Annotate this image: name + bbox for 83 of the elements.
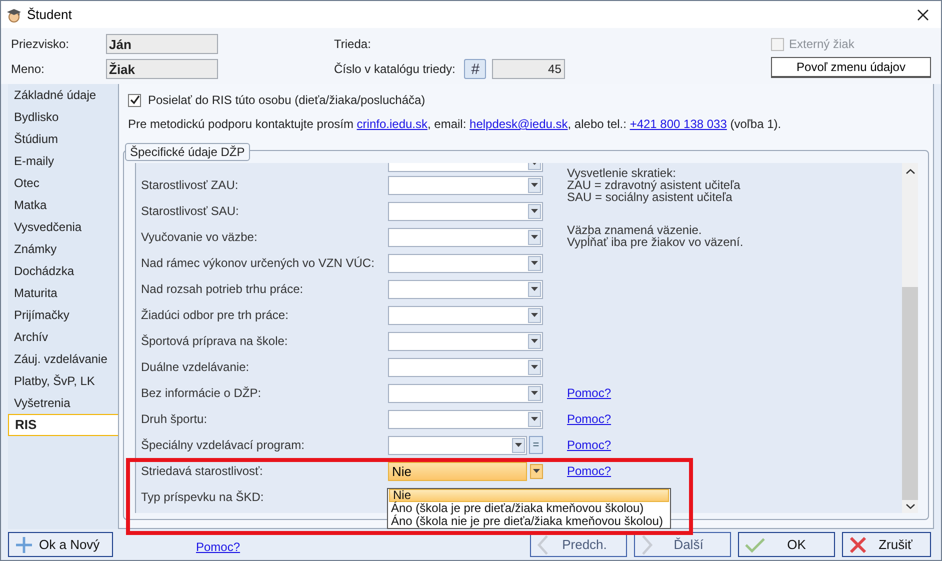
help-link[interactable]: Pomoc?: [567, 412, 612, 426]
contact-link[interactable]: crinfo.iedu.sk: [356, 117, 428, 131]
field-label: Bez informácie o DŽP:: [141, 386, 262, 400]
sidebar-item[interactable]: Bydlisko: [8, 106, 118, 128]
equals-button[interactable]: =: [529, 436, 543, 454]
number-button[interactable]: #: [464, 59, 486, 79]
help-link[interactable]: Pomoc?: [567, 464, 612, 478]
sidebar-item[interactable]: Dochádzka: [8, 260, 118, 282]
sidebar-item[interactable]: Platby, ŠvP, LK: [8, 370, 118, 392]
field-label: Druh športu:: [141, 412, 208, 426]
sidebar-item[interactable]: Archív: [8, 326, 118, 348]
field-label: Typ príspevku na ŠKD:: [141, 490, 265, 504]
field-label: Vyučovanie vo väzbe:: [141, 230, 258, 244]
sidebar-item[interactable]: Vysvedčenia: [8, 216, 118, 238]
sidebar-item[interactable]: Známky: [8, 238, 118, 260]
dropdown-field[interactable]: [388, 202, 543, 220]
dropdown-field[interactable]: [388, 254, 543, 272]
dropdown-field[interactable]: [388, 306, 543, 324]
right-chevron-icon: [641, 534, 653, 554]
dropdown-field[interactable]: [388, 280, 543, 298]
sidebar-item[interactable]: Základné údaje: [8, 84, 118, 106]
dropdown-option[interactable]: Áno (škola nie je pre dieťa/žiaka kmeňovou školou): [388, 515, 670, 528]
plus-icon: [15, 536, 33, 554]
unlock-button[interactable]: Povoľ zmenu údajov: [771, 57, 931, 78]
close-icon[interactable]: [917, 8, 929, 20]
dropdown-field[interactable]: [388, 384, 543, 402]
field-label: Špeciálny vzdelávací program:: [141, 438, 306, 452]
sidebar-item[interactable]: E-maily: [8, 150, 118, 172]
dropdown-field[interactable]: [388, 228, 543, 246]
sidebar-item[interactable]: Otec: [8, 172, 118, 194]
scrollbar[interactable]: [902, 163, 918, 513]
dropdown-field[interactable]: [388, 358, 543, 376]
sidebar-item[interactable]: Matka: [8, 194, 118, 216]
sidebar-item[interactable]: RIS: [8, 414, 118, 436]
field-label: Meno:: [11, 62, 46, 76]
field-label: Nad rozsah potrieb trhu práce:: [141, 282, 304, 296]
help-link[interactable]: Pomoc?: [196, 540, 240, 554]
dropdown-option[interactable]: Áno (škola je pre dieťa/žiaka kmeňovou školou): [388, 502, 670, 515]
check-icon: [745, 536, 765, 552]
contact-link[interactable]: +421 800 138 033: [630, 117, 727, 131]
cancel-icon: [849, 536, 867, 554]
field-label: Striedavá starostlivosť:: [141, 464, 264, 478]
ok-button[interactable]: OK: [738, 532, 835, 557]
field-label: Priezvisko:: [11, 37, 70, 51]
help-link[interactable]: Pomoc?: [567, 386, 612, 400]
surname-field[interactable]: Ján: [106, 34, 218, 54]
window-title: Študent: [27, 7, 72, 22]
name-field[interactable]: Žiak: [106, 59, 218, 79]
field-label: Žiadúci odbor pre trh práce:: [141, 308, 290, 322]
next-button[interactable]: Ďalší: [634, 532, 731, 557]
note-text: Vysvetlenie skratiek: ZAU = zdravotný asistent učiteľa SAU = sociálny asistent učiteľa: [567, 167, 740, 203]
catalog-number-field[interactable]: 45: [492, 59, 566, 79]
help-link[interactable]: Pomoc?: [567, 438, 612, 452]
cancel-button[interactable]: Zrušiť: [842, 532, 931, 557]
sidebar-item[interactable]: Vyšetrenia: [8, 392, 118, 414]
field-label: Nad rámec výkonov určených vo VZN VÚC:: [141, 256, 376, 270]
scroll-up-icon[interactable]: [906, 169, 914, 174]
sidebar-item[interactable]: Záuj. vzdelávanie: [8, 348, 118, 370]
checkbox-label: Posielať do RIS túto osobu (dieťa/žiaka/poslucháča): [148, 93, 426, 107]
field-label: Duálne vzdelávanie:: [141, 360, 250, 374]
student-icon: [6, 6, 22, 22]
sidebar-item[interactable]: Prijímačky: [8, 304, 118, 326]
dropdown-field[interactable]: [388, 436, 527, 454]
sidebar-item[interactable]: Maturita: [8, 282, 118, 304]
note-text: Väzba znamená väzenie. Vypĺňať iba pre žiakov vo väzení.: [567, 224, 744, 248]
group-title: Špecifické údaje DŽP: [125, 143, 250, 161]
dropdown-field[interactable]: [388, 332, 543, 350]
dropdown-option[interactable]: Nie: [389, 489, 669, 502]
checkbox-label: Externý žiak: [789, 37, 854, 51]
left-chevron-icon: [537, 534, 549, 554]
sidebar-item[interactable]: Štúdium: [8, 128, 118, 150]
dropdown-field[interactable]: [388, 176, 543, 194]
dropdown-field[interactable]: [388, 410, 543, 428]
field-label: Starostlivosť ZAU:: [141, 178, 240, 192]
field-label: Starostlivosť SAU:: [141, 204, 240, 218]
field-label: Trieda:: [334, 37, 371, 51]
field-label: Športová príprava na škole:: [141, 334, 289, 348]
field-label: Číslo v katalógu triedy:: [334, 62, 456, 76]
scroll-down-icon[interactable]: [906, 504, 914, 509]
ok-and-new-button[interactable]: Ok a Nový: [8, 532, 113, 557]
contact-text: Pre metodickú podporu kontaktujte prosím crinfo.iedu.sk, email: helpdesk@iedu.sk, alebo tel.: +421 800 138 033 (voľba 1).: [128, 117, 782, 131]
checkbox[interactable]: [128, 94, 141, 106]
contact-link[interactable]: helpdesk@iedu.sk: [470, 117, 568, 131]
